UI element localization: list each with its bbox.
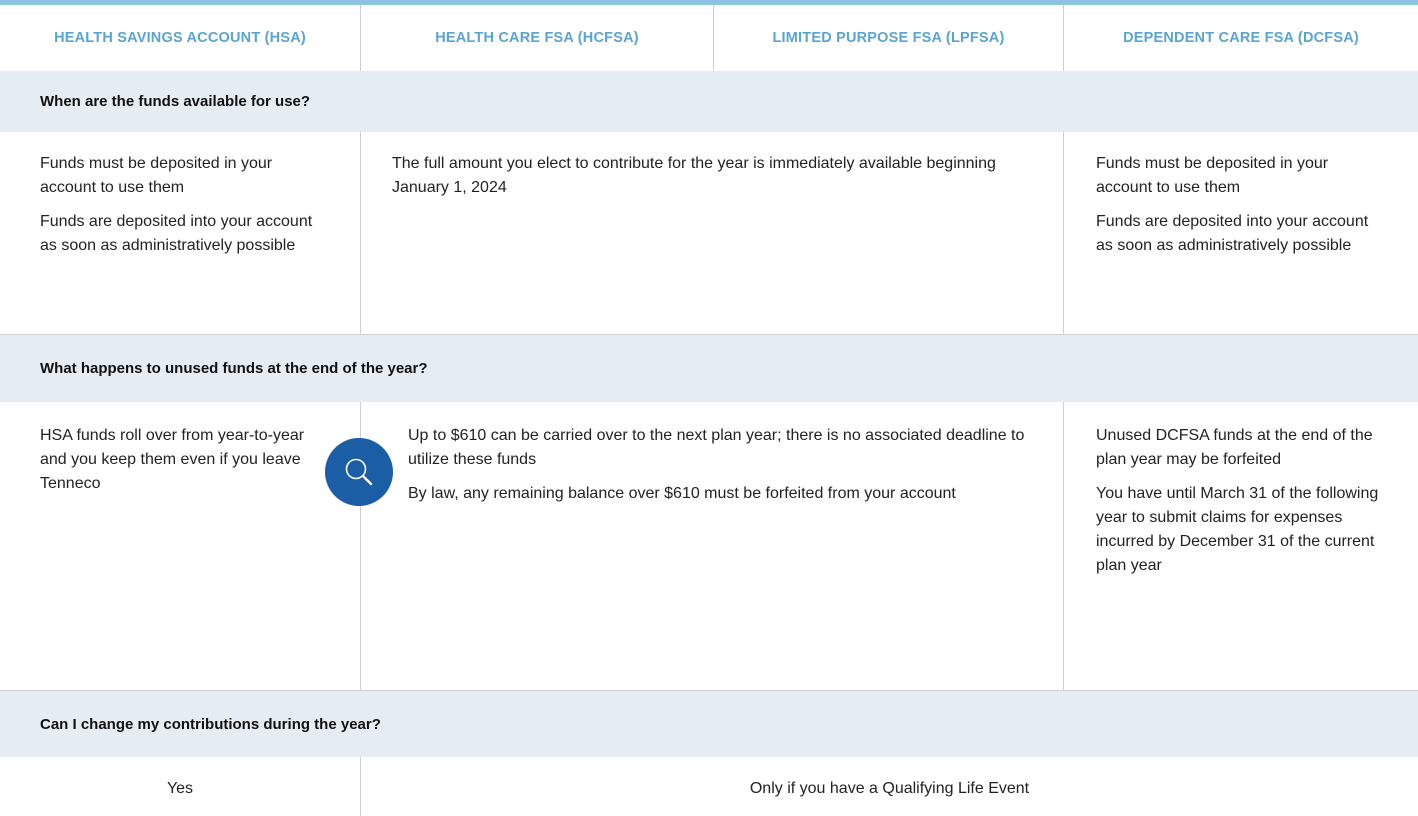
hsa-answer-cell: Yes [166,780,194,797]
fsa-dcfsa-answer-cell: Only if you have a Qualifying Life Event [749,780,1030,797]
header-divider [1063,5,1064,71]
answer-text: Funds must be deposited in your account … [40,155,273,196]
column-divider [1063,402,1064,690]
answer-text: The full amount you elect to contribute … [392,155,996,196]
section-question: When are the funds available for use? [0,71,1418,132]
header-divider [360,5,361,71]
header-dcfsa: DEPENDENT CARE FSA (DCFSA) [1123,30,1359,46]
answer-text: Funds are deposited into your account as… [1096,213,1369,254]
hsa-answer-cell: HSA funds roll over from year-to-year an… [40,424,330,506]
answer-text: You have until March 31 of the following… [1096,485,1379,574]
fsa-answer-cell: The full amount you elect to contribute … [392,152,1032,210]
section-question: What happens to unused funds at the end … [0,335,1418,402]
answer-text: Unused DCFSA funds at the end of the pla… [1096,427,1373,468]
search-icon [325,438,393,506]
header-hcfsa: HEALTH CARE FSA (HCFSA) [435,30,639,46]
dcfsa-answer-cell: Funds must be deposited in your account … [1096,152,1386,268]
answer-text: By law, any remaining balance over $610 … [408,485,956,502]
benefits-comparison-table: HEALTH SAVINGS ACCOUNT (HSA) HEALTH CARE… [0,0,1418,816]
answer-text: Up to $610 can be carried over to the ne… [408,427,1025,468]
answer-text: Funds must be deposited in your account … [1096,155,1329,196]
hsa-answer-cell: Funds must be deposited in your account … [40,152,330,268]
header-hsa: HEALTH SAVINGS ACCOUNT (HSA) [54,30,306,46]
column-divider [1063,132,1064,334]
section-question: Can I change my contributions during the… [0,691,1418,757]
answer-text: HSA funds roll over from year-to-year an… [40,427,305,492]
header-lpfsa: LIMITED PURPOSE FSA (LPFSA) [772,30,1005,46]
answer-text: Funds are deposited into your account as… [40,213,313,254]
header-divider [713,5,714,71]
dcfsa-answer-cell: Unused DCFSA funds at the end of the pla… [1096,424,1388,588]
column-divider [360,132,361,334]
search-icon-glyph [345,458,373,486]
fsa-answer-cell: Up to $610 can be carried over to the ne… [408,424,1038,516]
